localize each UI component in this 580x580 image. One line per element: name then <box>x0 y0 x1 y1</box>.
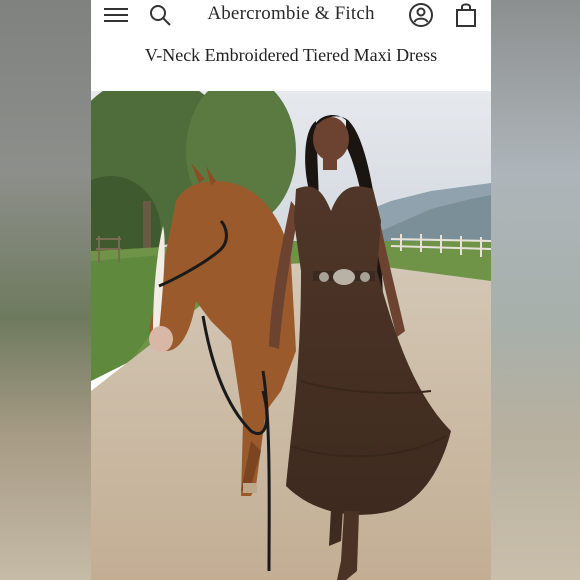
product-title: V-Neck Embroidered Tiered Maxi Dress <box>144 45 438 65</box>
blurred-background-left <box>0 0 91 580</box>
hamburger-menu-icon <box>104 8 128 22</box>
shopping-bag-button[interactable] <box>453 2 479 28</box>
product-page: Abercrombie & Fitch V-Neck Embroidered T… <box>91 0 491 580</box>
account-icon <box>409 3 433 27</box>
product-photo[interactable] <box>91 91 491 580</box>
account-button[interactable] <box>408 2 434 28</box>
search-button[interactable] <box>147 2 173 28</box>
search-icon <box>150 5 171 26</box>
brand-logo[interactable]: Abercrombie & Fitch <box>191 3 391 25</box>
top-navigation-bar: Abercrombie & Fitch <box>91 0 491 30</box>
menu-button[interactable] <box>103 2 129 28</box>
shopping-bag-icon <box>456 3 476 27</box>
blurred-background-right <box>491 0 580 580</box>
